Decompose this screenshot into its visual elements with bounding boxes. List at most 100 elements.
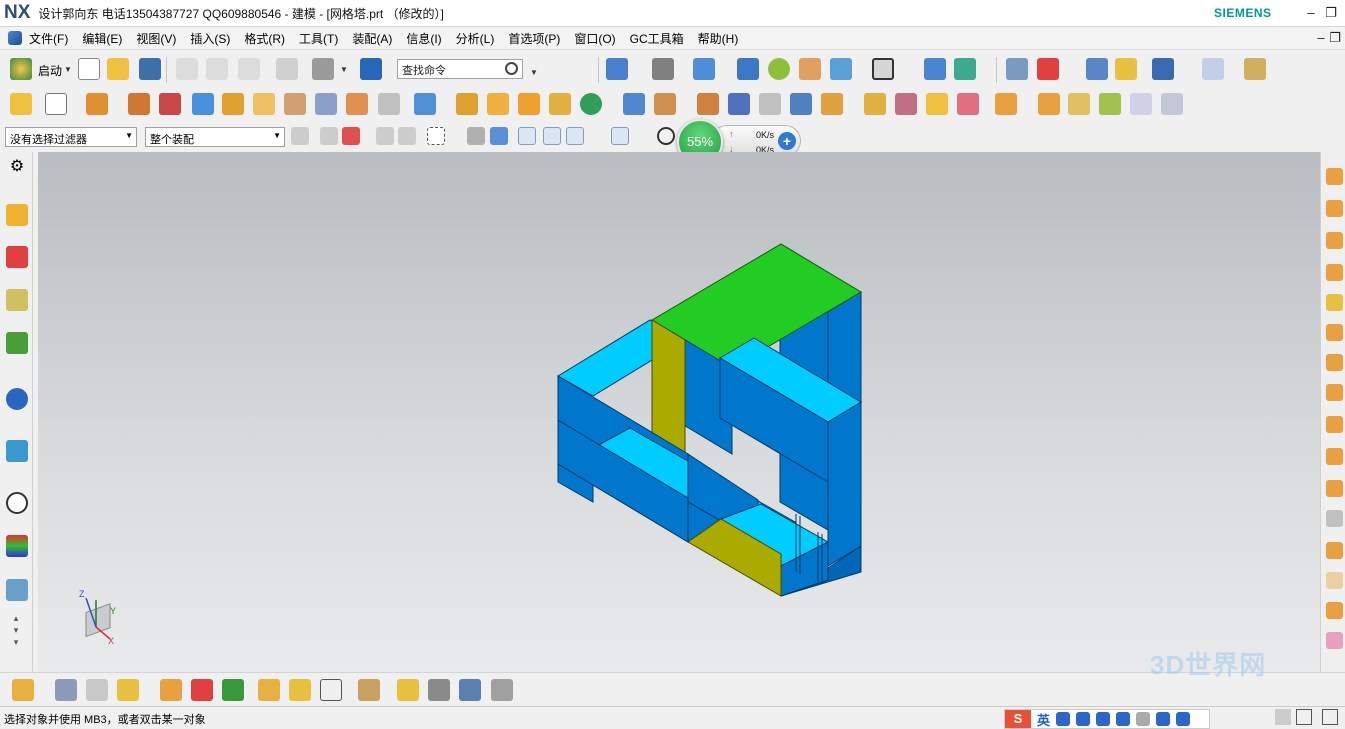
selection-icon[interactable] xyxy=(1152,58,1174,80)
status-icon-3[interactable] xyxy=(1322,709,1338,725)
history-icon[interactable] xyxy=(6,492,28,514)
clearance-icon[interactable] xyxy=(428,679,450,701)
snap-intersection-icon[interactable] xyxy=(611,127,629,145)
surface-icon[interactable] xyxy=(1068,93,1090,115)
background-icon[interactable] xyxy=(872,58,894,80)
subtract-icon[interactable] xyxy=(697,93,719,115)
feature-1-icon[interactable] xyxy=(995,93,1017,115)
right-tool-9-icon[interactable] xyxy=(1326,416,1343,433)
open-folder-icon[interactable] xyxy=(107,58,129,80)
right-tool-14-icon[interactable] xyxy=(1326,572,1343,589)
orient-view-icon[interactable] xyxy=(652,58,674,80)
snap-center-icon[interactable] xyxy=(657,127,675,145)
datum-plane-icon[interactable] xyxy=(45,93,67,115)
snap-curve-icon[interactable] xyxy=(589,127,607,145)
replace-component-icon[interactable] xyxy=(289,679,311,701)
microphone-icon[interactable] xyxy=(1096,712,1111,726)
sketch-icon[interactable] xyxy=(312,58,334,80)
menu-edit[interactable]: 编辑(E) xyxy=(82,30,122,47)
general-select-icon[interactable] xyxy=(291,127,309,145)
select-feature-icon[interactable] xyxy=(320,127,338,145)
measure-icon[interactable] xyxy=(1244,58,1266,80)
menu-assembly[interactable]: 装配(A) xyxy=(352,30,392,47)
shell-icon[interactable] xyxy=(414,93,436,115)
boss-icon[interactable] xyxy=(253,93,275,115)
select-edge-icon[interactable] xyxy=(376,127,394,145)
snap-midpoint-icon[interactable] xyxy=(543,127,561,145)
extrude-icon[interactable] xyxy=(86,93,108,115)
menu-format[interactable]: 格式(R) xyxy=(244,30,285,47)
assembly-constraints-icon[interactable] xyxy=(191,679,213,701)
assembly-more-icon[interactable] xyxy=(491,679,513,701)
menu-info[interactable]: 信息(I) xyxy=(406,30,441,47)
assembly-navigator-icon[interactable] xyxy=(6,204,28,226)
punctuation-icon[interactable] xyxy=(1056,712,1071,726)
offset-face-icon[interactable] xyxy=(549,93,571,115)
right-tool-5-icon[interactable] xyxy=(1326,294,1343,311)
block-icon[interactable] xyxy=(192,93,214,115)
replace-face-icon[interactable] xyxy=(759,93,781,115)
part-navigator-icon[interactable] xyxy=(6,289,28,311)
dimension-icon[interactable] xyxy=(1202,58,1224,80)
wrench-icon[interactable] xyxy=(1176,712,1191,726)
render-style-icon[interactable] xyxy=(737,58,759,80)
select-component-icon[interactable] xyxy=(467,127,485,145)
sequence-icon[interactable] xyxy=(397,679,419,701)
reference-set-icon[interactable] xyxy=(86,679,108,701)
constraint-navigator-icon[interactable] xyxy=(6,246,28,268)
trim-body-icon[interactable] xyxy=(456,93,478,115)
model-view[interactable]: X Y Z xyxy=(38,152,1320,672)
menu-help[interactable]: 帮助(H) xyxy=(698,30,739,47)
move-component-icon[interactable] xyxy=(160,679,182,701)
wave-link-icon[interactable] xyxy=(320,679,342,701)
snap-icon[interactable] xyxy=(1086,58,1108,80)
app-menu-icon[interactable] xyxy=(8,31,22,45)
status-icon-2[interactable] xyxy=(1296,709,1312,725)
right-tool-8-icon[interactable] xyxy=(1326,384,1343,401)
menu-gc-toolbox[interactable]: GC工具箱 xyxy=(630,30,684,47)
n-sided-icon[interactable] xyxy=(1130,93,1152,115)
menu-file[interactable]: 文件(F) xyxy=(29,30,68,47)
redo-icon[interactable] xyxy=(276,58,298,80)
select-body-icon[interactable] xyxy=(398,127,416,145)
pattern-icon[interactable] xyxy=(487,93,509,115)
clip-view-icon[interactable] xyxy=(830,58,852,80)
new-component-icon[interactable] xyxy=(117,679,139,701)
menu-preferences[interactable]: 首选项(P) xyxy=(508,30,560,47)
copy-icon[interactable] xyxy=(206,58,228,80)
exploded-view-icon[interactable] xyxy=(358,679,380,701)
ime-language[interactable]: 英 xyxy=(1037,710,1050,729)
emoji-icon[interactable] xyxy=(1076,712,1091,726)
menu-tools[interactable]: 工具(T) xyxy=(299,30,338,47)
pattern-face-icon[interactable] xyxy=(957,93,979,115)
status-icon-1[interactable] xyxy=(1275,709,1291,725)
snap-endpoint-icon[interactable] xyxy=(518,127,536,145)
assembly-nav-icon[interactable] xyxy=(1006,58,1028,80)
chamfer-icon[interactable] xyxy=(346,93,368,115)
right-tool-4-icon[interactable] xyxy=(1326,264,1343,281)
roles-icon[interactable] xyxy=(6,579,28,601)
cylinder-icon[interactable] xyxy=(315,93,337,115)
layer-icon[interactable] xyxy=(799,58,821,80)
reuse-library-icon[interactable] xyxy=(6,332,28,354)
start-icon[interactable] xyxy=(10,58,32,80)
keyboard-icon[interactable] xyxy=(1116,712,1131,726)
snap-line-icon[interactable] xyxy=(566,127,584,145)
menu-analysis[interactable]: 分析(L) xyxy=(456,30,495,47)
add-icon[interactable]: + xyxy=(778,132,796,150)
patch-icon[interactable] xyxy=(1161,93,1183,115)
sketch-task-icon[interactable] xyxy=(10,93,32,115)
split-body-icon[interactable] xyxy=(654,93,676,115)
tools-icon[interactable] xyxy=(1115,58,1137,80)
find-command-input[interactable]: 查找命令 xyxy=(397,59,523,79)
mirror-assembly-icon[interactable] xyxy=(222,679,244,701)
restore-button[interactable]: ❐ xyxy=(1322,4,1340,22)
save-icon[interactable] xyxy=(139,58,161,80)
assembly-scope-dropdown[interactable]: 整个装配 ▼ xyxy=(145,127,285,147)
palette-icon[interactable] xyxy=(6,535,28,557)
sweep-icon[interactable] xyxy=(728,93,750,115)
graphics-window[interactable]: X Y Z xyxy=(38,152,1320,672)
right-tool-6-icon[interactable] xyxy=(1326,324,1343,341)
mirror-icon[interactable] xyxy=(518,93,540,115)
selection-filter-dropdown[interactable]: 没有选择过滤器 ▼ xyxy=(5,127,137,147)
